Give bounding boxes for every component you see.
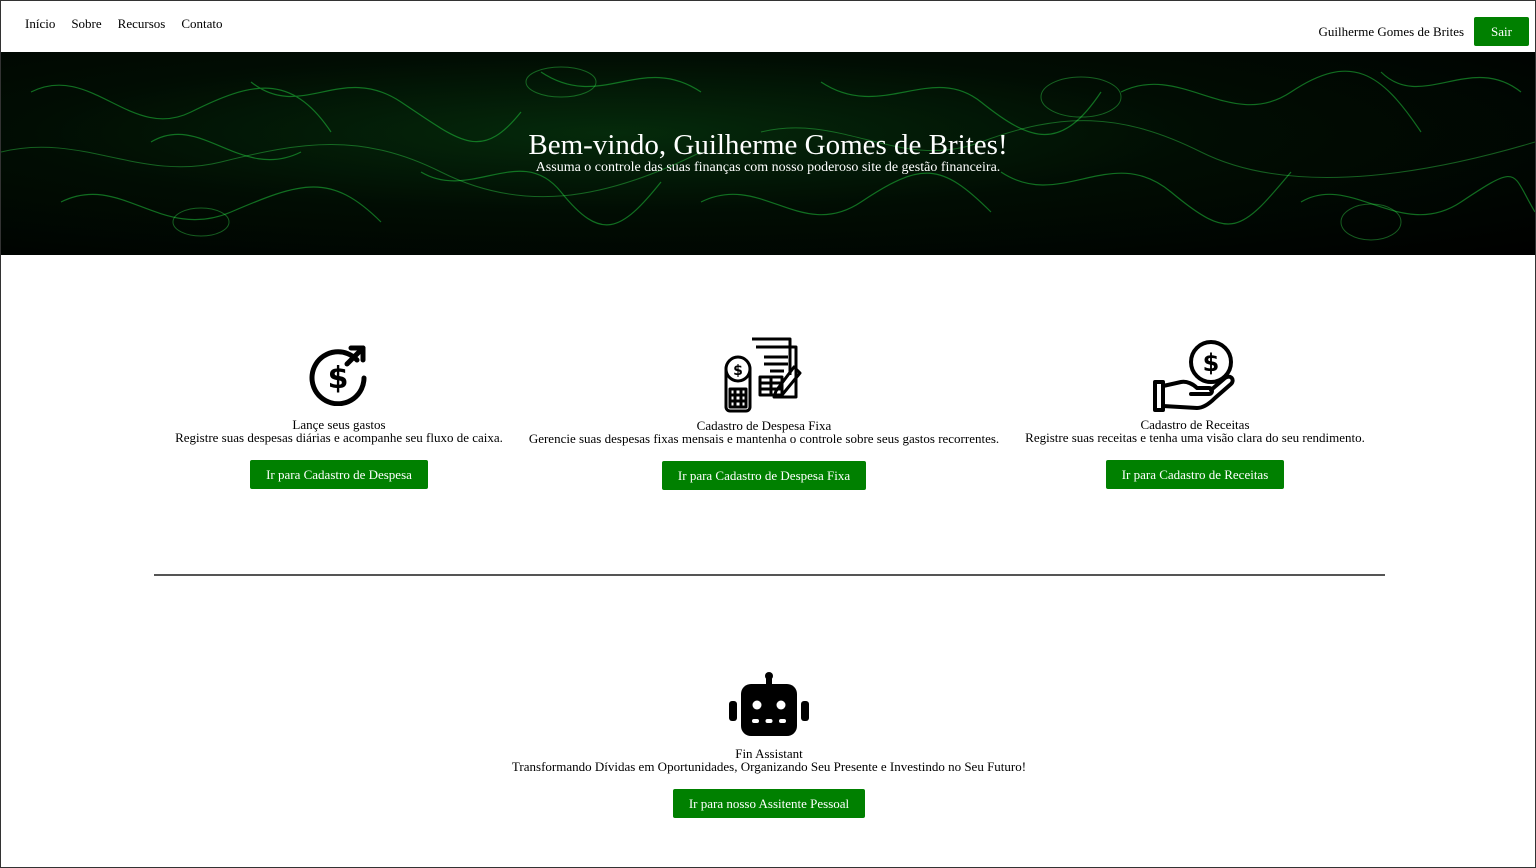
main-nav: Início Sobre Recursos Contato: [25, 16, 223, 32]
logout-button[interactable]: Sair: [1474, 17, 1529, 46]
nav-link-contato[interactable]: Contato: [181, 16, 222, 32]
hand-coin-icon: $: [1153, 340, 1235, 412]
hero-title: Bem-vindo, Guilherme Gomes de Brites!: [528, 129, 1008, 161]
assistant-card: Fin Assistant Transformando Dívidas em O…: [469, 671, 1069, 818]
svg-text:$: $: [733, 363, 743, 379]
section-divider: [154, 574, 1385, 576]
nav-link-inicio[interactable]: Início: [25, 16, 55, 32]
user-area: Guilherme Gomes de Brites Sair: [1319, 17, 1529, 46]
document-calculator-icon: $: [724, 337, 802, 413]
svg-text:$: $: [1203, 349, 1220, 377]
feature-card-receitas: $ Cadastro de Receitas Registre suas rec…: [1013, 338, 1377, 489]
robot-icon: [729, 672, 809, 736]
top-navbar: Início Sobre Recursos Contato Guilherme …: [1, 1, 1535, 52]
go-to-receitas-button[interactable]: Ir para Cadastro de Receitas: [1105, 460, 1285, 489]
go-to-assistant-button[interactable]: Ir para nosso Assitente Pessoal: [672, 789, 866, 818]
hero-text: Bem-vindo, Guilherme Gomes de Brites! As…: [1, 129, 1535, 175]
go-to-despesa-fixa-button[interactable]: Ir para Cadastro de Despesa Fixa: [661, 461, 867, 490]
feature-card-despesa: $ Lançe seus gastos Registre suas despes…: [168, 342, 510, 489]
feature-description: Registre suas receitas e tenha uma visão…: [1025, 430, 1365, 445]
nav-link-sobre[interactable]: Sobre: [71, 16, 101, 32]
hero-banner: Bem-vindo, Guilherme Gomes de Brites! As…: [1, 52, 1535, 255]
feature-description: Registre suas despesas diárias e acompan…: [175, 430, 503, 445]
go-to-despesa-button[interactable]: Ir para Cadastro de Despesa: [250, 460, 428, 489]
assistant-description: Transformando Dívidas em Oportunidades, …: [511, 759, 1027, 774]
feature-description: Gerencie suas despesas fixas mensais e m…: [528, 431, 1000, 446]
feature-card-despesa-fixa: $ Cadastro de Despesa Fixa Gerencie suas…: [524, 337, 1004, 490]
user-name: Guilherme Gomes de Brites: [1318, 23, 1465, 39]
svg-text:$: $: [328, 361, 349, 396]
nav-link-recursos[interactable]: Recursos: [118, 16, 166, 32]
dollar-circle-arrow-icon: $: [309, 345, 367, 406]
hero-subtitle: Assuma o controle das suas finanças com …: [535, 160, 1001, 175]
